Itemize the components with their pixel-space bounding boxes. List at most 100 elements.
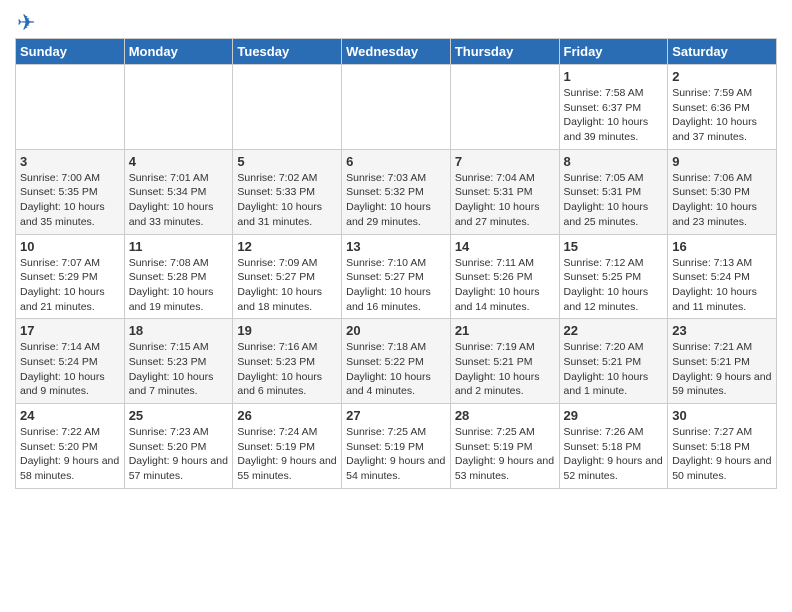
day-number: 18 (129, 323, 229, 338)
day-number: 11 (129, 239, 229, 254)
calendar-table: SundayMondayTuesdayWednesdayThursdayFrid… (15, 38, 777, 489)
day-info: Sunrise: 7:26 AM Sunset: 5:18 PM Dayligh… (564, 425, 664, 484)
calendar-day-cell: 24Sunrise: 7:22 AM Sunset: 5:20 PM Dayli… (16, 404, 125, 489)
calendar-day-cell: 19 Sunrise: 7:16 AM Sunset: 5:23 PM Dayli… (233, 319, 342, 404)
day-info: Sunrise: 7:13 AM Sunset: 5:24 PM Dayligh… (672, 256, 772, 315)
day-number: 30 (672, 408, 772, 423)
calendar-day-cell: 5 Sunrise: 7:02 AM Sunset: 5:33 PM Daylig… (233, 149, 342, 234)
day-number: 21 (455, 323, 555, 338)
calendar-day-cell: 27 Sunrise: 7:25 AM Sunset: 5:19 PM Dayli… (342, 404, 451, 489)
day-number: 7 (455, 154, 555, 169)
calendar-day-cell: 11 Sunrise: 7:08 AM Sunset: 5:28 PM Dayli… (124, 234, 233, 319)
calendar-week-row: 10 Sunrise: 7:07 AM Sunset: 5:29 PM Dayli… (16, 234, 777, 319)
day-info: Sunrise: 7:21 AM Sunset: 5:21 PM Dayligh… (672, 340, 772, 399)
day-info: Sunrise: 7:15 AM Sunset: 5:23 PM Dayligh… (129, 340, 229, 399)
day-info: Sunrise: 7:27 AM Sunset: 5:18 PM Dayligh… (672, 425, 772, 484)
day-info: Sunrise: 7:05 AM Sunset: 5:31 PM Dayligh… (564, 171, 664, 230)
day-info: Sunrise: 7:59 AM Sunset: 6:36 PM Dayligh… (672, 86, 772, 145)
calendar-day-cell (342, 65, 451, 150)
day-number: 22 (564, 323, 664, 338)
day-info: Sunrise: 7:10 AM Sunset: 5:27 PM Dayligh… (346, 256, 446, 315)
weekday-header: Friday (559, 39, 668, 65)
day-info: Sunrise: 7:06 AM Sunset: 5:30 PM Dayligh… (672, 171, 772, 230)
day-info: Sunrise: 7:23 AM Sunset: 5:20 PM Dayligh… (129, 425, 229, 484)
header: ✈ (15, 10, 777, 30)
day-number: 14 (455, 239, 555, 254)
day-number: 15 (564, 239, 664, 254)
day-number: 8 (564, 154, 664, 169)
day-info: Sunrise: 7:08 AM Sunset: 5:28 PM Dayligh… (129, 256, 229, 315)
day-info: Sunrise: 7:11 AM Sunset: 5:26 PM Dayligh… (455, 256, 555, 315)
day-info: Sunrise: 7:12 AM Sunset: 5:25 PM Dayligh… (564, 256, 664, 315)
day-info: Sunrise: 7:07 AM Sunset: 5:29 PM Dayligh… (20, 256, 120, 315)
day-number: 10 (20, 239, 120, 254)
calendar-day-cell (233, 65, 342, 150)
day-number: 16 (672, 239, 772, 254)
calendar-day-cell: 17 Sunrise: 7:14 AM Sunset: 5:24 PM Dayli… (16, 319, 125, 404)
day-number: 29 (564, 408, 664, 423)
day-info: Sunrise: 7:04 AM Sunset: 5:31 PM Dayligh… (455, 171, 555, 230)
day-number: 19 (237, 323, 337, 338)
day-info: Sunrise: 7:09 AM Sunset: 5:27 PM Dayligh… (237, 256, 337, 315)
calendar-day-cell: 20 Sunrise: 7:18 AM Sunset: 5:22 PM Dayli… (342, 319, 451, 404)
day-number: 9 (672, 154, 772, 169)
day-number: 2 (672, 69, 772, 84)
calendar-day-cell: 4 Sunrise: 7:01 AM Sunset: 5:34 PM Daylig… (124, 149, 233, 234)
day-info: Sunrise: 7:25 AM Sunset: 5:19 PM Dayligh… (455, 425, 555, 484)
calendar-day-cell (16, 65, 125, 150)
day-info: Sunrise: 7:58 AM Sunset: 6:37 PM Dayligh… (564, 86, 664, 145)
day-info: Sunrise: 7:00 AM Sunset: 5:35 PM Dayligh… (20, 171, 120, 230)
day-number: 27 (346, 408, 446, 423)
day-number: 5 (237, 154, 337, 169)
day-info: Sunrise: 7:02 AM Sunset: 5:33 PM Dayligh… (237, 171, 337, 230)
calendar-day-cell: 13 Sunrise: 7:10 AM Sunset: 5:27 PM Dayli… (342, 234, 451, 319)
calendar-day-cell: 16 Sunrise: 7:13 AM Sunset: 5:24 PM Dayli… (668, 234, 777, 319)
calendar-day-cell: 30 Sunrise: 7:27 AM Sunset: 5:18 PM Dayli… (668, 404, 777, 489)
day-number: 24 (20, 408, 120, 423)
calendar-week-row: 17 Sunrise: 7:14 AM Sunset: 5:24 PM Dayli… (16, 319, 777, 404)
day-info: Sunrise: 7:14 AM Sunset: 5:24 PM Dayligh… (20, 340, 120, 399)
calendar-day-cell: 26 Sunrise: 7:24 AM Sunset: 5:19 PM Dayli… (233, 404, 342, 489)
calendar-day-cell: 12 Sunrise: 7:09 AM Sunset: 5:27 PM Dayli… (233, 234, 342, 319)
day-info: Sunrise: 7:16 AM Sunset: 5:23 PM Dayligh… (237, 340, 337, 399)
day-info: Sunrise: 7:01 AM Sunset: 5:34 PM Dayligh… (129, 171, 229, 230)
day-number: 6 (346, 154, 446, 169)
calendar-day-cell: 9 Sunrise: 7:06 AM Sunset: 5:30 PM Daylig… (668, 149, 777, 234)
calendar-day-cell: 21 Sunrise: 7:19 AM Sunset: 5:21 PM Dayli… (450, 319, 559, 404)
weekday-header: Wednesday (342, 39, 451, 65)
day-number: 28 (455, 408, 555, 423)
calendar-day-cell: 18 Sunrise: 7:15 AM Sunset: 5:23 PM Dayli… (124, 319, 233, 404)
calendar-day-cell: 3Sunrise: 7:00 AM Sunset: 5:35 PM Daylig… (16, 149, 125, 234)
calendar-day-cell: 22 Sunrise: 7:20 AM Sunset: 5:21 PM Dayli… (559, 319, 668, 404)
day-number: 4 (129, 154, 229, 169)
calendar-day-cell: 7 Sunrise: 7:04 AM Sunset: 5:31 PM Daylig… (450, 149, 559, 234)
weekday-header: Sunday (16, 39, 125, 65)
day-number: 12 (237, 239, 337, 254)
day-info: Sunrise: 7:24 AM Sunset: 5:19 PM Dayligh… (237, 425, 337, 484)
calendar-week-row: 1 Sunrise: 7:58 AM Sunset: 6:37 PM Daylig… (16, 65, 777, 150)
weekday-header: Saturday (668, 39, 777, 65)
day-info: Sunrise: 7:18 AM Sunset: 5:22 PM Dayligh… (346, 340, 446, 399)
calendar-week-row: 24Sunrise: 7:22 AM Sunset: 5:20 PM Dayli… (16, 404, 777, 489)
calendar-day-cell: 25 Sunrise: 7:23 AM Sunset: 5:20 PM Dayli… (124, 404, 233, 489)
day-number: 13 (346, 239, 446, 254)
day-info: Sunrise: 7:19 AM Sunset: 5:21 PM Dayligh… (455, 340, 555, 399)
weekday-header: Thursday (450, 39, 559, 65)
calendar-day-cell: 6Sunrise: 7:03 AM Sunset: 5:32 PM Daylig… (342, 149, 451, 234)
calendar-day-cell: 28 Sunrise: 7:25 AM Sunset: 5:19 PM Dayli… (450, 404, 559, 489)
day-number: 1 (564, 69, 664, 84)
weekday-header: Monday (124, 39, 233, 65)
day-info: Sunrise: 7:25 AM Sunset: 5:19 PM Dayligh… (346, 425, 446, 484)
calendar-header-row: SundayMondayTuesdayWednesdayThursdayFrid… (16, 39, 777, 65)
logo-bird-icon: ✈ (17, 10, 35, 36)
calendar-day-cell: 2 Sunrise: 7:59 AM Sunset: 6:36 PM Daylig… (668, 65, 777, 150)
page-container: ✈ SundayMondayTuesdayWednesdayThursdayFr… (0, 0, 792, 499)
day-number: 25 (129, 408, 229, 423)
weekday-header: Tuesday (233, 39, 342, 65)
day-number: 26 (237, 408, 337, 423)
day-info: Sunrise: 7:20 AM Sunset: 5:21 PM Dayligh… (564, 340, 664, 399)
calendar-day-cell (124, 65, 233, 150)
day-number: 20 (346, 323, 446, 338)
calendar-day-cell (450, 65, 559, 150)
day-number: 17 (20, 323, 120, 338)
